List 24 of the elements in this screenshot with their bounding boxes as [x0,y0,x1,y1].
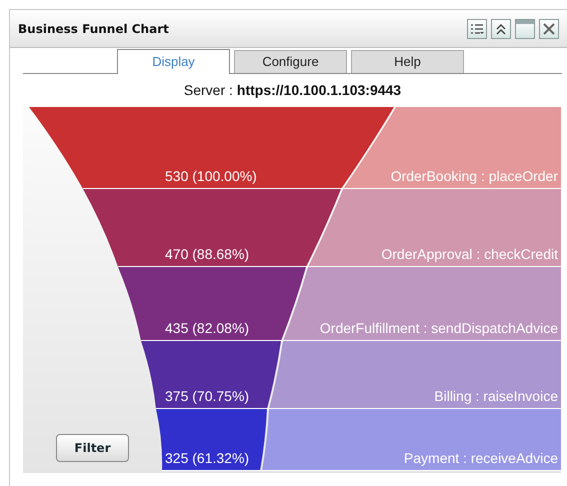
stage-value: 435 (82.08%) [165,319,250,338]
stage-name: Payment : receiveAdvice [404,449,558,468]
server-label: Server : [184,81,233,100]
stage-name: Billing : raiseInvoice [434,387,558,406]
tab[interactable]: Display [117,49,230,74]
window-icon [516,20,534,24]
double-chevron-up-icon [495,22,507,36]
filter-button[interactable]: Filter [56,434,129,462]
close-icon [543,22,555,34]
close-button[interactable] [539,18,559,38]
stage-name: OrderBooking : placeOrder [390,167,558,186]
collapse-button[interactable] [491,18,511,38]
stage-value: 470 (88.68%) [165,245,250,264]
stage-value: 530 (100.00%) [165,167,257,186]
server-url: https://10.100.1.103:9443 [236,81,402,100]
tab[interactable]: Configure [234,50,347,73]
tab[interactable]: Help [351,50,464,73]
window-title: Business Funnel Chart [18,20,169,38]
stage-value: 325 (61.32%) [165,449,250,468]
list-icon [470,22,484,36]
stage-name: OrderApproval : checkCredit [381,245,558,264]
list-menu-button[interactable] [467,18,487,38]
stage-name: OrderFulfillment : sendDispatchAdvice [320,319,558,338]
stage-value: 375 (70.75%) [165,387,250,406]
